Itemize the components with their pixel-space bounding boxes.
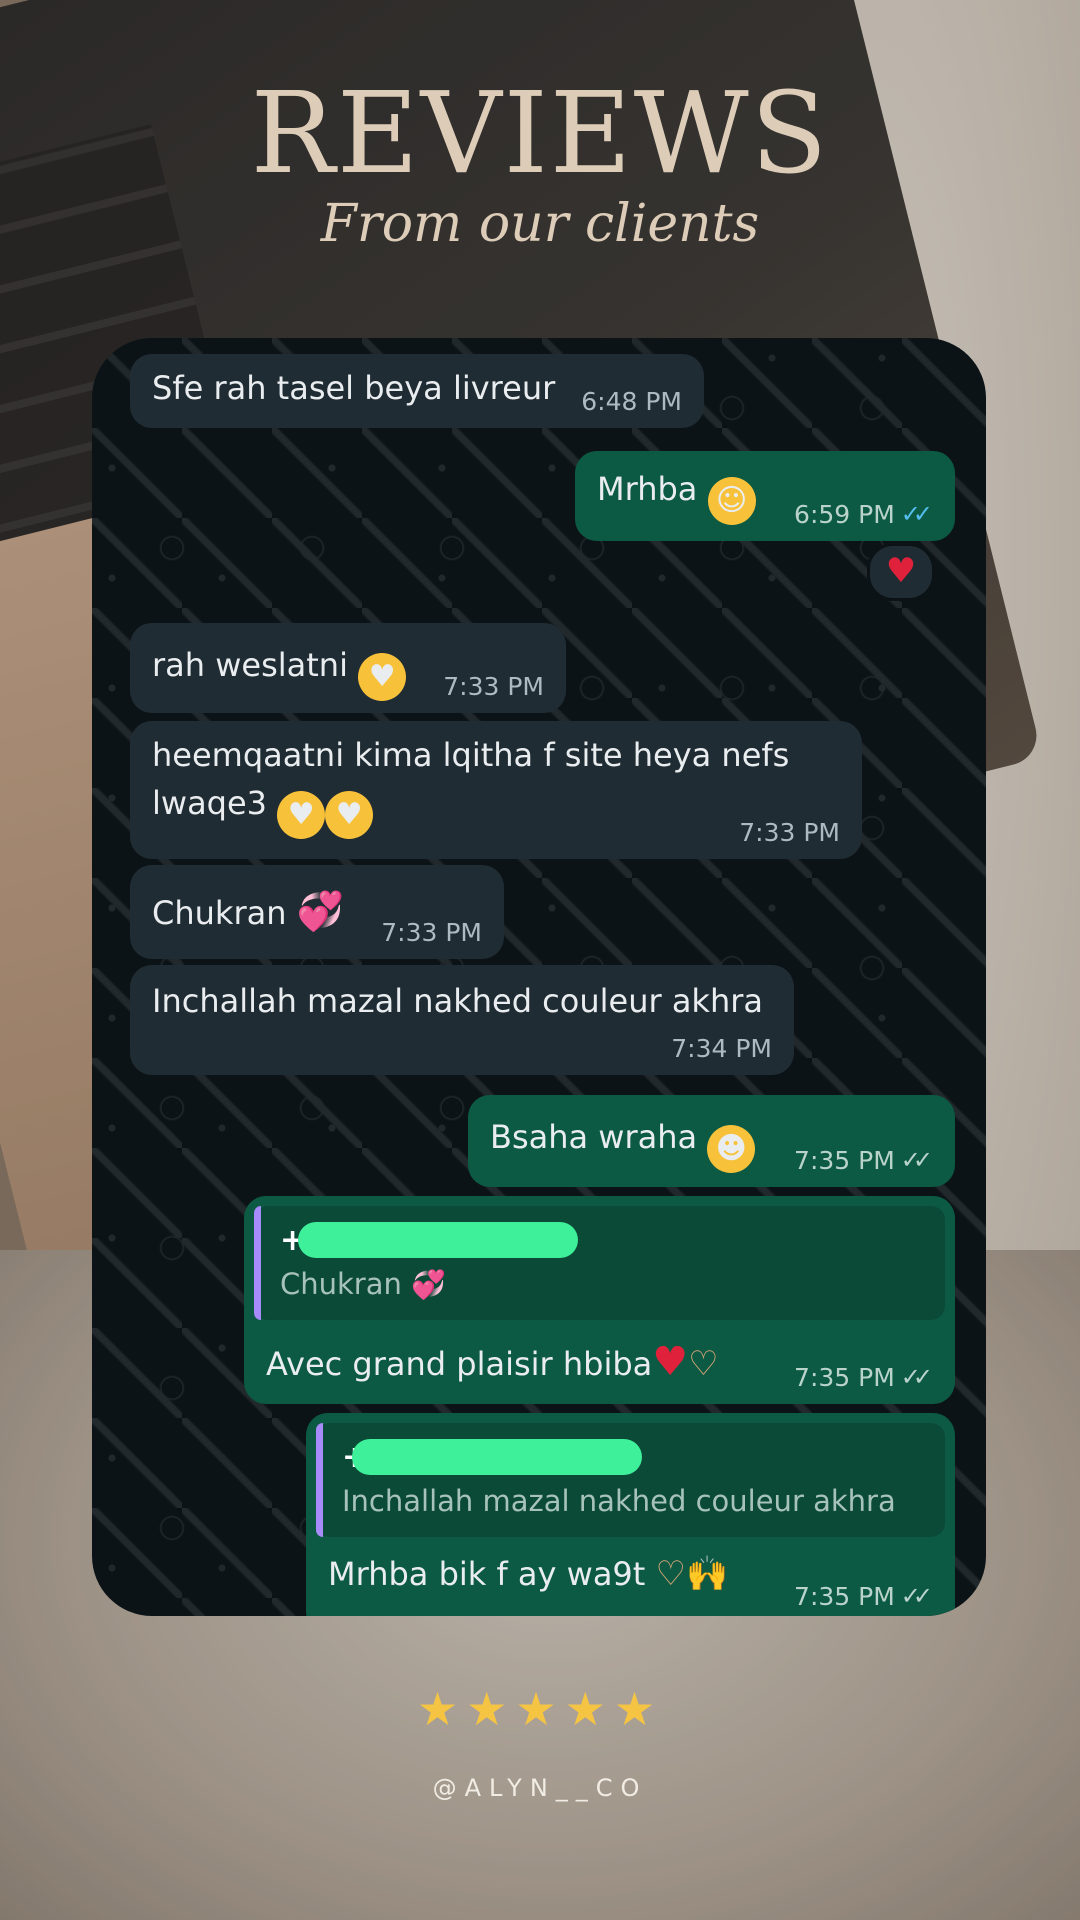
quoted-text: Chukran <box>280 1267 402 1301</box>
message-text: heemqaatni kima lqitha f site heya nefs <box>152 736 790 774</box>
message-text: Avec grand plaisir hbiba <box>266 1345 653 1383</box>
message-bubble-incoming: rah weslatni ♥ 7:33 PM <box>130 623 566 713</box>
message-time: 7:33 PM <box>443 671 544 701</box>
hugging-face-icon: ☻ <box>707 1125 756 1173</box>
message-bubble-outgoing: Mrhba ☺ 6:59 PM ✓✓ <box>575 451 955 541</box>
raising-hands-icon: 🙌 <box>685 1554 729 1594</box>
red-heart-icon: ♥ <box>652 1339 689 1385</box>
revolving-hearts-icon: 💞 <box>411 1268 446 1301</box>
message-bubble-incoming: Sfe rah tasel beya livreur 6:48 PM <box>130 354 704 428</box>
message-text: Mrhba <box>597 470 698 508</box>
message-time: 7:35 PM <box>794 1145 895 1175</box>
message-text: Inchallah mazal nakhed couleur akhra <box>152 982 763 1020</box>
revolving-hearts-icon: 💞 <box>296 889 344 933</box>
delivered-receipt-icon: ✓✓ <box>900 1363 933 1392</box>
heart-eyes-icon: ♥ <box>325 791 374 839</box>
heart-eyes-icon: ♥ <box>358 653 407 701</box>
star-icon: ★ <box>613 1682 664 1736</box>
delivered-receipt-icon: ✓✓ <box>900 1146 933 1175</box>
message-time: 7:35 PM <box>794 1362 895 1392</box>
page-subtitle: From our clients <box>320 194 760 254</box>
quoted-text: Inchallah mazal nakhed couleur akhra <box>342 1484 896 1518</box>
brand-handle: @ALYN__CO <box>432 1774 648 1802</box>
message-bubble-outgoing-reply: +2 Chukran 💞 Avec grand plaisir hbiba♥♡ … <box>244 1196 955 1404</box>
heart-hands-icon: ♡ <box>655 1554 686 1594</box>
quoted-message[interactable]: + Inchallah mazal nakhed couleur akhra <box>316 1423 945 1537</box>
smiling-face-icon: ☺ <box>707 477 756 525</box>
message-bubble-outgoing-reply: + Inchallah mazal nakhed couleur akhra M… <box>306 1413 955 1616</box>
chat-screenshot: Sfe rah tasel beya livreur 6:48 PM Mrhba… <box>92 338 986 1616</box>
message-text: Bsaha wraha <box>490 1118 698 1156</box>
message-text: Mrhba bik f ay wa9t <box>328 1555 646 1593</box>
message-time: 7:35 PM <box>794 1581 895 1611</box>
message-bubble-incoming: Inchallah mazal nakhed couleur akhra 7:3… <box>130 965 794 1075</box>
star-icon: ★ <box>564 1682 614 1736</box>
heart-eyes-icon: ♥ <box>277 791 326 839</box>
message-time: 7:33 PM <box>381 917 482 947</box>
heart-hands-icon: ♡ <box>688 1344 719 1384</box>
page-title: REVIEWS <box>250 69 830 199</box>
star-icon: ★ <box>515 1682 565 1736</box>
redaction-mark <box>352 1439 642 1475</box>
message-time: 6:59 PM <box>794 499 895 529</box>
redaction-mark <box>298 1222 578 1258</box>
star-icon: ★ <box>466 1682 516 1736</box>
message-time: 7:33 PM <box>739 817 840 847</box>
message-text: lwaqe3 <box>152 784 268 822</box>
read-receipt-icon: ✓✓ <box>900 500 933 529</box>
message-bubble-incoming: Chukran 💞 7:33 PM <box>130 865 504 959</box>
message-text: rah weslatni <box>152 646 348 684</box>
message-bubble-incoming: heemqaatni kima lqitha f site heya nefs … <box>130 721 862 859</box>
message-time: 6:48 PM <box>581 386 682 416</box>
delivered-receipt-icon: ✓✓ <box>900 1582 933 1611</box>
rating-stars: ★★★★★ <box>0 1682 1080 1736</box>
message-text: Chukran <box>152 894 287 932</box>
red-heart-icon[interactable]: ♥ <box>867 543 935 601</box>
star-icon: ★ <box>416 1682 467 1736</box>
message-time: 7:34 PM <box>671 1033 772 1063</box>
message-bubble-outgoing: Bsaha wraha ☻ 7:35 PM ✓✓ <box>468 1095 955 1187</box>
quoted-message[interactable]: +2 Chukran 💞 <box>254 1206 945 1320</box>
